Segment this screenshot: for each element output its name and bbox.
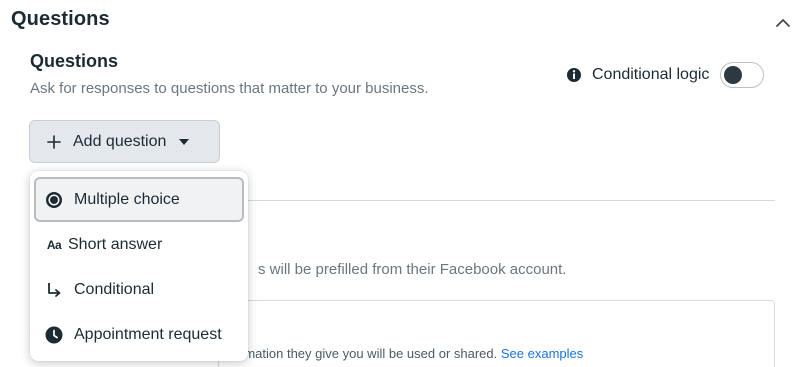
caret-down-icon: [178, 138, 190, 146]
text-aa-icon: Aa: [44, 235, 64, 255]
menu-item-short-answer[interactable]: Aa Short answer: [34, 222, 244, 267]
menu-item-multiple-choice[interactable]: Multiple choice: [34, 177, 244, 222]
conditional-logic-control: Conditional logic: [566, 61, 765, 89]
menu-item-appointment-request[interactable]: Appointment request: [34, 312, 244, 357]
toggle-knob: [724, 66, 743, 84]
prefill-notice: s will be prefilled from their Facebook …: [258, 261, 567, 278]
questions-title: Questions: [30, 51, 119, 71]
add-question-dropdown: Multiple choice Aa Short answer Conditio…: [30, 171, 248, 361]
questions-description: Ask for responses to questions that matt…: [30, 80, 429, 97]
see-examples-link[interactable]: See examples: [501, 346, 583, 361]
plus-icon: [47, 134, 61, 149]
menu-item-conditional[interactable]: Conditional: [34, 267, 244, 312]
add-question-label: Add question: [73, 132, 167, 150]
aa-glyph: Aa: [46, 237, 62, 252]
menu-item-label: Multiple choice: [74, 190, 180, 208]
conditional-logic-toggle[interactable]: [720, 62, 765, 88]
clock-icon: [44, 325, 64, 345]
section-title: Questions: [11, 8, 110, 30]
menu-item-label: Appointment request: [74, 325, 222, 343]
chevron-up-icon: [776, 14, 790, 32]
privacy-info-text: rmation they give you will be used or sh…: [240, 346, 583, 361]
collapse-button[interactable]: [770, 10, 796, 36]
conditional-logic-label: Conditional logic: [592, 66, 710, 83]
menu-item-label: Short answer: [68, 235, 163, 253]
conditional-arrow-icon: [44, 280, 64, 300]
radio-icon: [44, 190, 64, 210]
add-question-button[interactable]: Add question: [29, 120, 220, 163]
info-icon[interactable]: [566, 67, 582, 83]
section-divider: [230, 200, 775, 201]
privacy-info-label: rmation they give you will be used or sh…: [240, 346, 498, 361]
menu-item-label: Conditional: [74, 280, 155, 298]
